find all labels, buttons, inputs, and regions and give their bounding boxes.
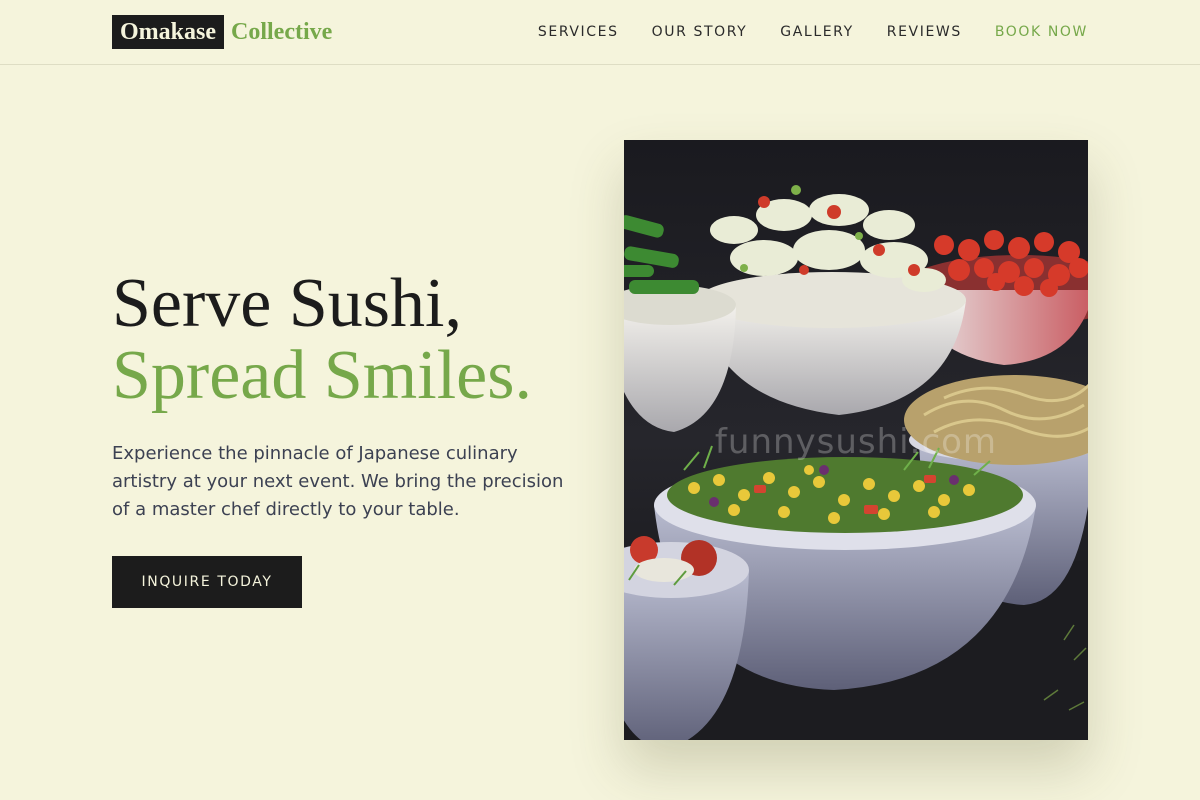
inquire-today-button[interactable]: INQUIRE TODAY [112, 556, 302, 608]
nav-link-reviews[interactable]: REVIEWS [887, 24, 962, 40]
hero-headline-line1: Serve Sushi, [112, 265, 462, 342]
nav-link-services[interactable]: SERVICES [538, 24, 619, 40]
main-nav: SERVICES OUR STORY GALLERY REVIEWS BOOK … [538, 0, 1088, 64]
brand-logo[interactable]: Omakase Collective [112, 15, 332, 49]
brand-name-primary: Omakase [112, 15, 224, 49]
hero-headline-line2: Spread Smiles. [112, 337, 532, 414]
nav-link-book-now[interactable]: BOOK NOW [995, 24, 1088, 40]
hero-food-photo: funnysushi.com [624, 140, 1088, 740]
site-header: Omakase Collective SERVICES OUR STORY GA… [0, 0, 1200, 65]
nav-link-our-story[interactable]: OUR STORY [652, 24, 748, 40]
brand-name-accent: Collective [231, 18, 333, 45]
nav-link-gallery[interactable]: GALLERY [780, 24, 853, 40]
salad-bowls-illustration [624, 140, 1088, 740]
hero-description: Experience the pinnacle of Japanese culi… [112, 443, 564, 520]
hero-headline: Serve Sushi, Spread Smiles. [112, 268, 592, 412]
